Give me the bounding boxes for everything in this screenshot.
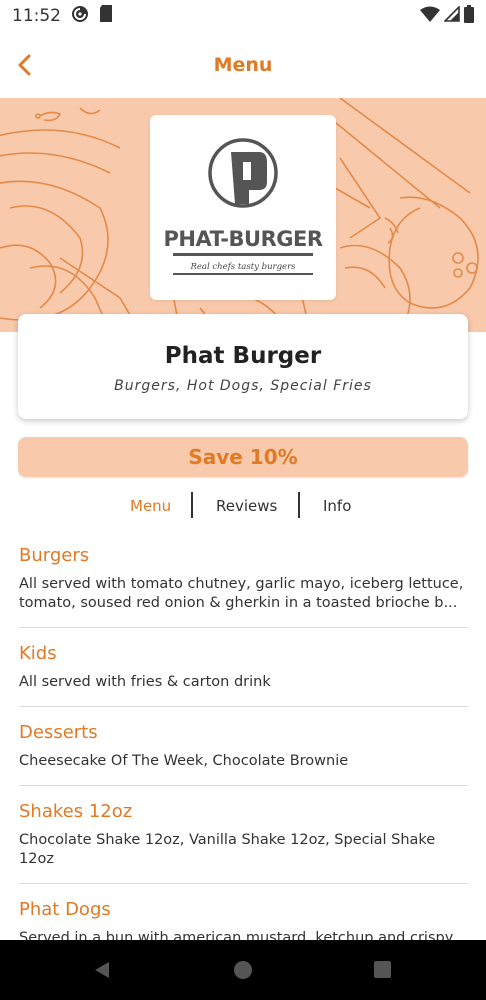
- menu-category-list: Burgers All served with tomato chutney, …: [19, 530, 468, 981]
- tab-info[interactable]: Info: [323, 492, 351, 519]
- svg-text:Real chefs tasty burgers: Real chefs tasty burgers: [189, 262, 296, 272]
- menu-category-shakes[interactable]: Shakes 12oz Chocolate Shake 12oz, Vanill…: [19, 786, 468, 884]
- signal-icon: [443, 5, 460, 26]
- menu-category-description: Chocolate Shake 12oz, Vanilla Shake 12oz…: [19, 832, 436, 867]
- wifi-icon: [420, 6, 440, 26]
- restaurant-tags: Burgers, Hot Dogs, Special Fries: [114, 378, 372, 394]
- battery-icon: [464, 5, 474, 27]
- tab-divider: [298, 492, 300, 518]
- menu-category-desserts[interactable]: Desserts Cheesecake Of The Week, Chocola…: [19, 707, 468, 786]
- save-discount-banner[interactable]: Save 10%: [18, 437, 468, 477]
- restaurant-logo-card: PHAT-BURGER Real chefs tasty burgers: [150, 115, 336, 300]
- tab-divider: [191, 492, 193, 518]
- menu-category-kids[interactable]: Kids All served with fries & carton drin…: [19, 628, 468, 707]
- back-button[interactable]: [10, 49, 38, 81]
- phat-burger-logo: PHAT-BURGER Real chefs tasty burgers: [163, 137, 323, 275]
- menu-category-title: Shakes 12oz: [19, 801, 133, 822]
- restaurant-tabs: Menu Reviews Info: [0, 492, 486, 519]
- menu-category-description: All served with tomato chutney, garlic m…: [19, 576, 464, 611]
- menu-category-description: All served with fries & carton drink: [19, 674, 271, 690]
- home-circle-icon[interactable]: [233, 960, 253, 984]
- chevron-left-icon: [18, 54, 31, 76]
- status-left: 11:52: [12, 5, 113, 28]
- sd-card-icon: [99, 5, 113, 27]
- status-time: 11:52: [12, 6, 61, 26]
- menu-category-burgers[interactable]: Burgers All served with tomato chutney, …: [19, 530, 468, 628]
- pocket-casts-icon: [71, 5, 89, 28]
- restaurant-info-card: Phat Burger Burgers, Hot Dogs, Special F…: [18, 314, 468, 419]
- status-bar: 11:52: [0, 0, 486, 32]
- tab-menu[interactable]: Menu: [130, 492, 171, 519]
- tab-reviews[interactable]: Reviews: [216, 492, 277, 519]
- back-triangle-icon[interactable]: [92, 960, 112, 984]
- menu-category-title: Phat Dogs: [19, 899, 111, 920]
- status-right: [420, 5, 474, 27]
- recents-square-icon[interactable]: [373, 960, 392, 983]
- menu-category-title: Burgers: [19, 545, 90, 566]
- menu-category-description: Cheesecake Of The Week, Chocolate Browni…: [19, 753, 349, 769]
- menu-category-title: Kids: [19, 643, 57, 664]
- svg-text:PHAT-BURGER: PHAT-BURGER: [163, 227, 322, 251]
- app-bar: Menu: [0, 32, 486, 98]
- menu-category-title: Desserts: [19, 722, 98, 743]
- restaurant-name: Phat Burger: [164, 343, 322, 369]
- system-nav-bar: [0, 940, 486, 1000]
- page-title: Menu: [213, 54, 273, 76]
